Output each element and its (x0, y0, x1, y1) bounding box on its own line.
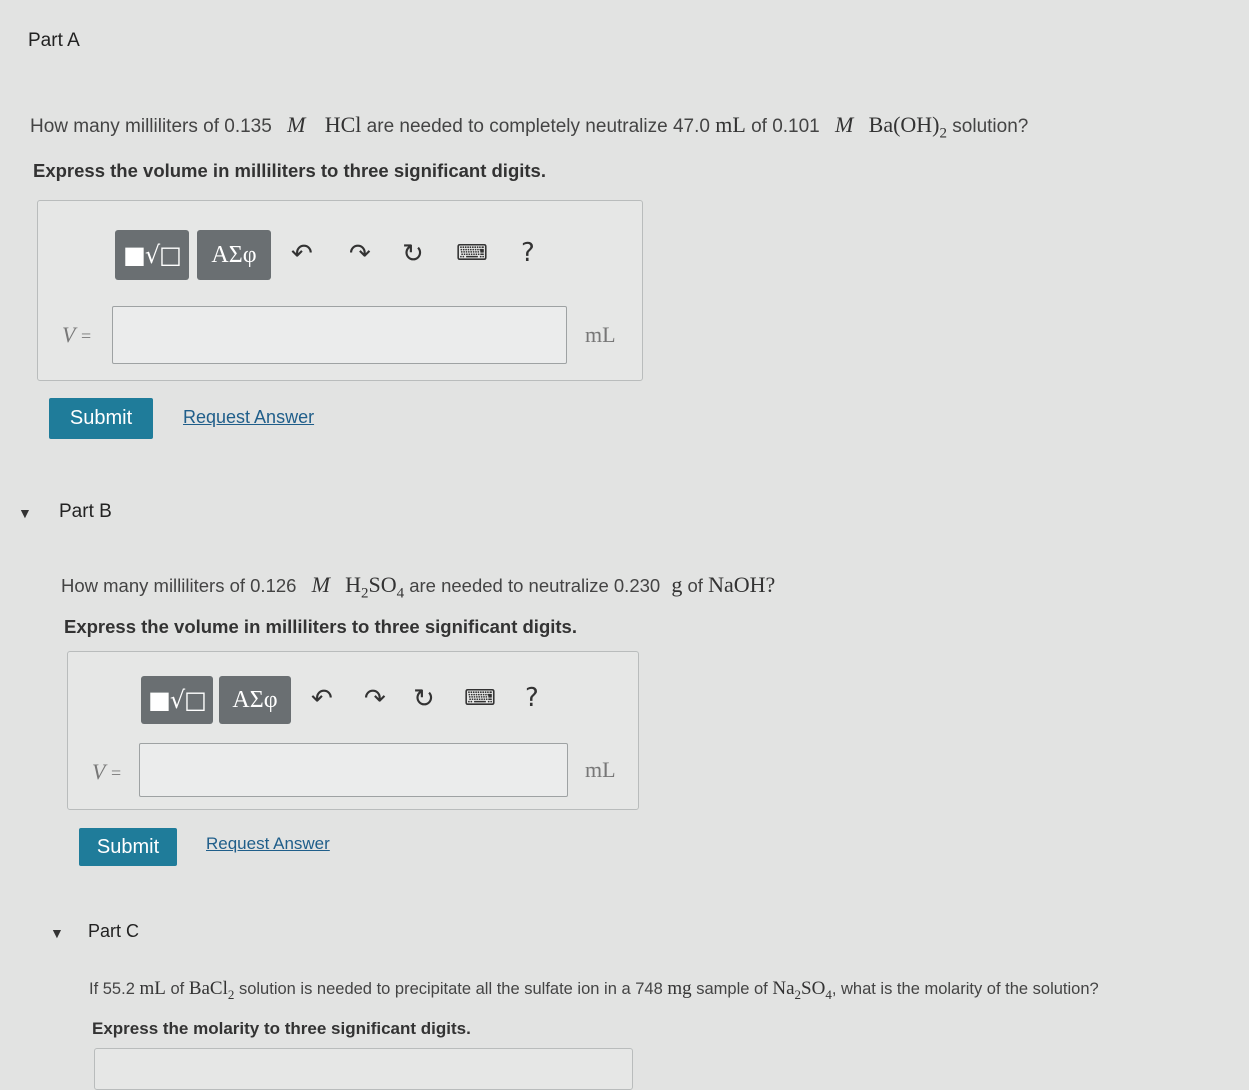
part-b-answer-input[interactable] (139, 743, 568, 797)
part-a-request-answer-link[interactable]: Request Answer (183, 407, 314, 428)
q-subscript: 2 (939, 125, 948, 142)
greek-symbols-button[interactable]: ΑΣφ (197, 230, 271, 280)
redo-icon[interactable]: ↷ (349, 239, 371, 269)
variable-label: V = (62, 322, 92, 347)
part-b-collapse-caret-icon[interactable]: ▼ (18, 505, 32, 521)
q-text: solution? (952, 116, 1029, 137)
q-molar: M (835, 112, 854, 137)
part-b-request-answer-link[interactable]: Request Answer (206, 834, 330, 854)
part-a-instruction: Express the volume in milliliters to thr… (33, 160, 546, 181)
help-icon[interactable]: ? (525, 683, 539, 713)
part-a-answer-box: ■√□ ΑΣφ ↶ ↷ ↻ ⌨ ? V = mL (37, 200, 643, 381)
part-a-title: Part A (28, 30, 80, 51)
part-a-answer-input[interactable] (112, 306, 567, 364)
redo-icon[interactable]: ↷ (364, 684, 386, 714)
part-a-submit-button[interactable]: Submit (49, 398, 153, 439)
templates-button[interactable]: ■√□ (141, 676, 213, 724)
keyboard-icon[interactable]: ⌨ (456, 241, 488, 266)
undo-icon[interactable]: ↶ (291, 239, 313, 269)
square-root-template-icon: ■√□ (123, 241, 182, 269)
q-text: of 0.101 (751, 116, 820, 137)
q-formula: HCl (324, 112, 362, 137)
part-b-question: How many milliliters of 0.126 M H2SO4 ar… (61, 572, 776, 602)
q-text: How many milliliters of 0.135 (30, 116, 272, 137)
keyboard-icon[interactable]: ⌨ (464, 686, 496, 711)
reset-icon[interactable]: ↻ (402, 239, 424, 269)
square-root-template-icon: ■√□ (148, 686, 207, 714)
part-b-submit-button[interactable]: Submit (79, 828, 177, 866)
part-b-title: Part B (59, 501, 112, 522)
part-c-collapse-caret-icon[interactable]: ▼ (50, 925, 64, 941)
q-formula: Ba(OH) (868, 112, 940, 137)
q-unit: mL (715, 112, 746, 137)
part-c-title: Part C (88, 921, 140, 941)
part-b-answer-box: ■√□ ΑΣφ ↶ ↷ ↻ ⌨ ? V = mL (67, 651, 639, 810)
variable-label: V = (92, 759, 122, 784)
help-icon[interactable]: ? (521, 238, 535, 268)
part-c-answer-box (94, 1048, 633, 1090)
unit-label: mL (585, 757, 616, 782)
q-molar: M (287, 112, 306, 137)
part-c-instruction: Express the molarity to three significan… (92, 1019, 471, 1038)
part-c-question: If 55.2 mL of BaCl2 solution is needed t… (89, 978, 1099, 1002)
part-b-instruction: Express the volume in milliliters to thr… (64, 616, 577, 637)
unit-label: mL (585, 322, 616, 347)
templates-button[interactable]: ■√□ (115, 230, 189, 280)
q-text: are needed to completely neutralize 47.0 (366, 116, 710, 137)
undo-icon[interactable]: ↶ (311, 684, 333, 714)
part-a-question: How many milliliters of 0.135 M HCl are … (30, 112, 1028, 142)
greek-symbols-button[interactable]: ΑΣφ (219, 676, 291, 724)
reset-icon[interactable]: ↻ (413, 684, 435, 714)
